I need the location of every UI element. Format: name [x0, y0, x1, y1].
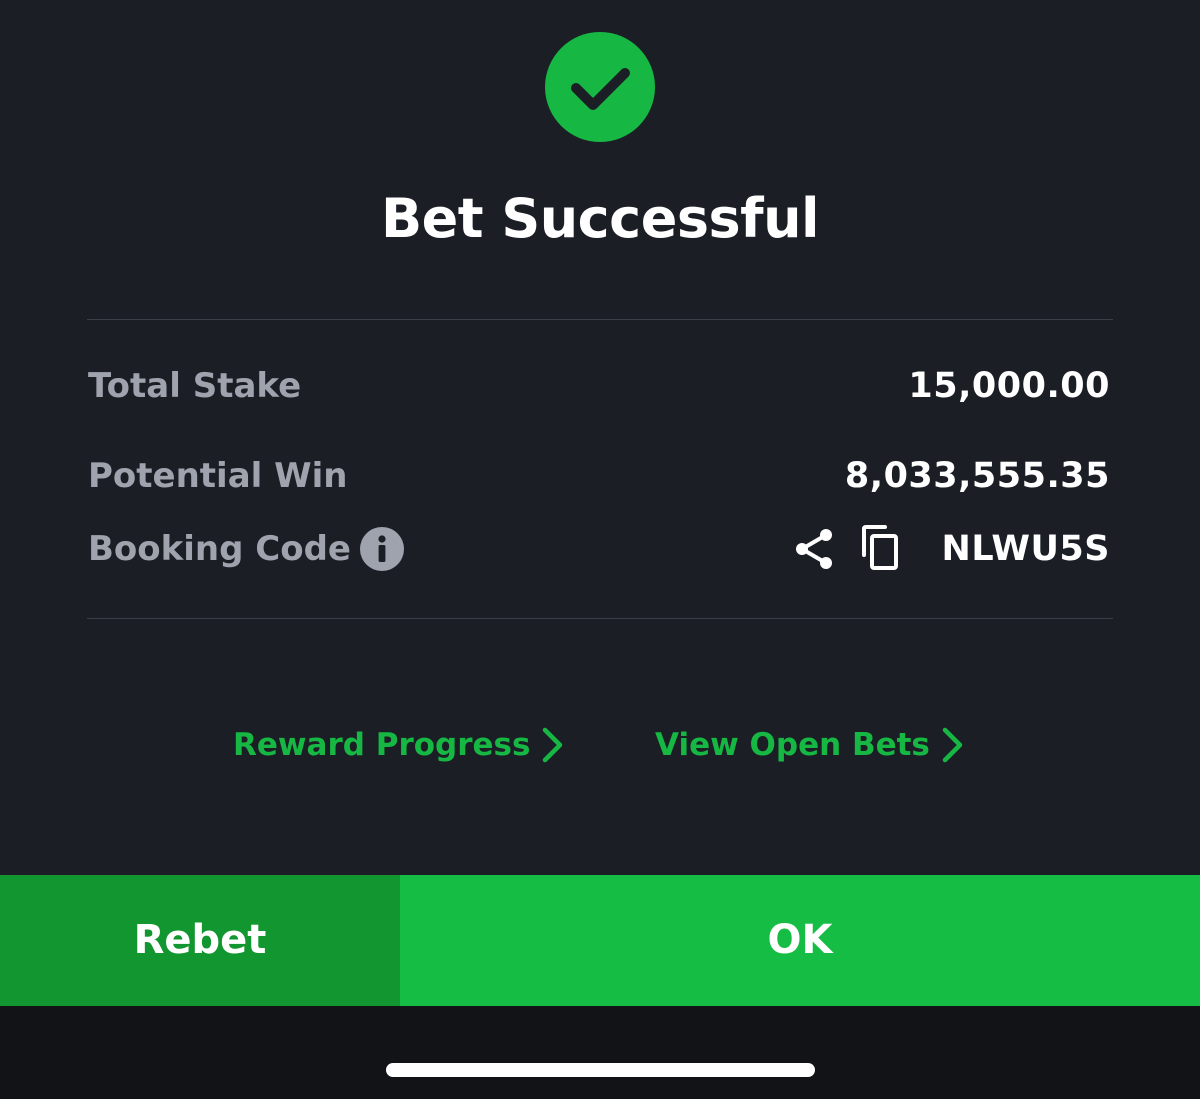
check-icon [545, 32, 655, 142]
page-title: Bet Successful [380, 187, 820, 250]
share-icon[interactable] [793, 527, 835, 571]
copy-icon[interactable] [859, 525, 901, 571]
ok-button[interactable]: OK [400, 875, 1200, 1006]
chevron-right-icon[interactable] [940, 726, 966, 764]
booking-code-value[interactable]: NLWU5S [942, 527, 1110, 571]
booking-code-label: Booking Code [88, 529, 351, 569]
reward-progress-link[interactable]: Reward Progress [233, 723, 530, 767]
view-open-bets-link[interactable]: View Open Bets [655, 723, 930, 767]
total-stake-value: 15,000.00 [908, 366, 1110, 406]
divider-top [87, 319, 1113, 320]
total-stake-label: Total Stake [88, 366, 302, 406]
bet-success-sheet: Bet Successful Total Stake 15,000.00 Pot… [0, 0, 1200, 875]
chevron-right-icon[interactable] [540, 726, 566, 764]
potential-win-label: Potential Win [88, 456, 348, 496]
potential-win-value: 8,033,555.35 [844, 456, 1110, 496]
info-icon[interactable] [360, 527, 404, 571]
rebet-button[interactable]: Rebet [0, 875, 400, 1006]
divider-bottom [87, 618, 1113, 619]
home-indicator[interactable] [386, 1063, 815, 1077]
